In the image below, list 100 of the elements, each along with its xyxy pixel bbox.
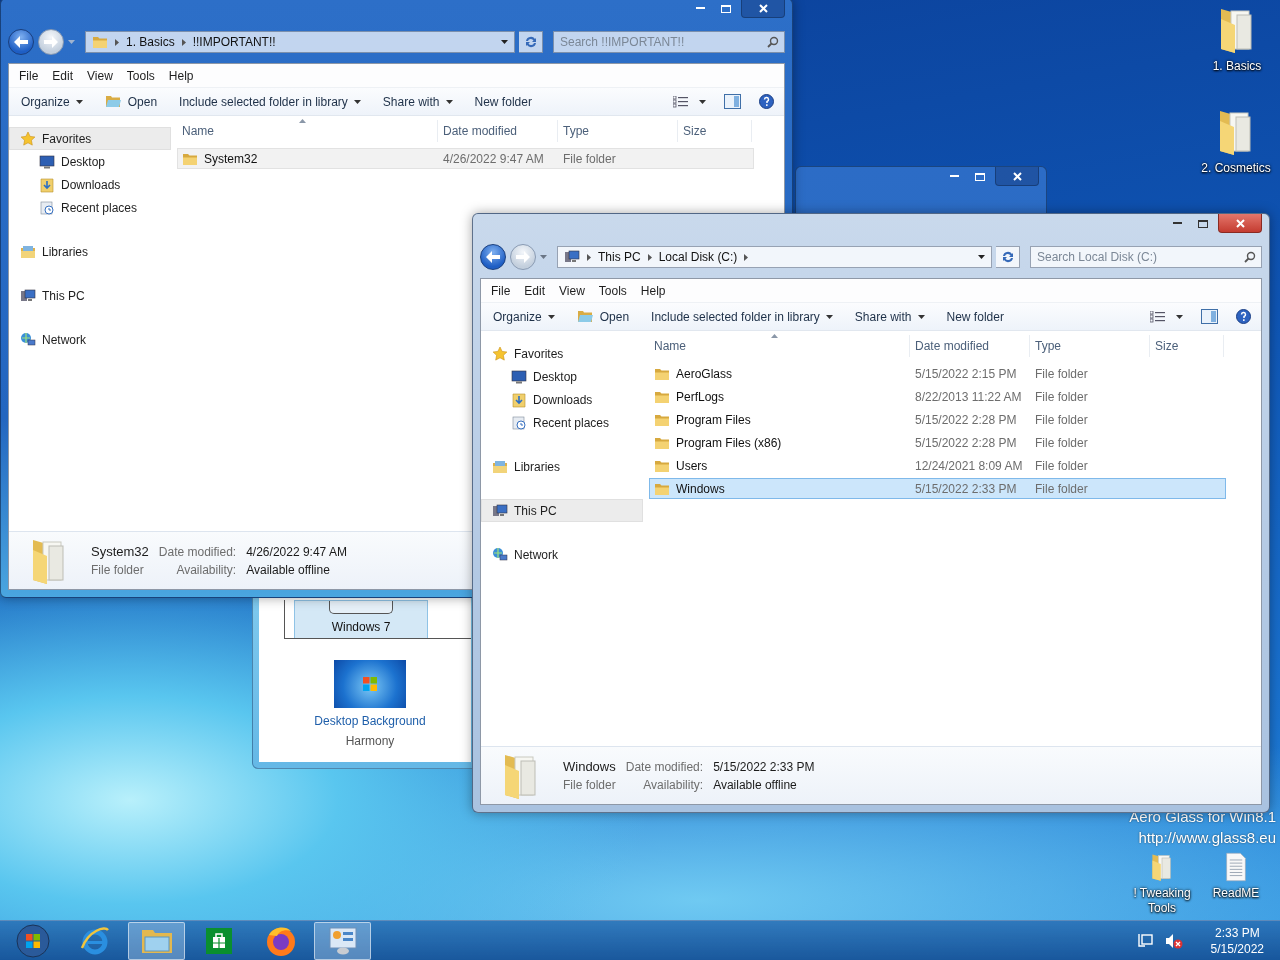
- taskbar-button[interactable]: [314, 921, 371, 960]
- folder-icon: [1150, 852, 1174, 882]
- preview-pane-button[interactable]: [1201, 309, 1218, 324]
- toolbar-button[interactable]: New folder: [946, 309, 1004, 324]
- menu-item[interactable]: Edit: [517, 283, 553, 298]
- address-bar[interactable]: This PC Local Disk (C:): [557, 246, 992, 268]
- toolbar-button[interactable]: Open: [576, 309, 630, 324]
- menu-item[interactable]: Help: [633, 283, 673, 298]
- desktop-background-link[interactable]: Desktop Background: [314, 714, 426, 728]
- icon-label: ! Tweaking Tools: [1132, 886, 1192, 916]
- desktop-icon[interactable]: 2. Cosmetics: [1194, 107, 1278, 176]
- file-row[interactable]: Program Files (x86) 5/15/2022 2:28 PM File folder: [649, 432, 1226, 453]
- caret-icon: [353, 99, 361, 104]
- column-header[interactable]: Date modified: [910, 335, 1030, 357]
- nav-item[interactable]: This PC: [481, 499, 643, 522]
- refresh-button[interactable]: [996, 246, 1020, 268]
- browser-icon: [78, 925, 111, 956]
- file-row[interactable]: PerfLogs 8/22/2013 11:22 AM File folder: [649, 386, 1226, 407]
- menu-item[interactable]: Tools: [591, 283, 634, 298]
- toolbar-button[interactable]: Organize: [493, 309, 555, 324]
- clock-date[interactable]: 5/15/2022: [1210, 940, 1264, 957]
- column-header[interactable]: Type: [1030, 335, 1150, 357]
- nav-item[interactable]: Favorites: [9, 127, 171, 150]
- address-bar[interactable]: 1. Basics !!IMPORTANT!!: [85, 31, 515, 53]
- nav-item[interactable]: Network: [9, 328, 171, 351]
- field-label: Date modified:: [158, 545, 237, 559]
- back-button[interactable]: [8, 29, 34, 55]
- nav-item[interactable]: Favorites: [481, 342, 643, 365]
- nav-item[interactable]: Recent places: [17, 196, 171, 219]
- column-header[interactable]: Size: [1150, 335, 1224, 357]
- nav-item[interactable]: Downloads: [489, 388, 643, 411]
- view-options-button[interactable]: [1150, 310, 1183, 323]
- column-header[interactable]: Size: [678, 120, 752, 142]
- toolbar-button[interactable]: Organize: [21, 94, 83, 109]
- sort-caret-icon: [771, 334, 778, 338]
- caret-icon: [699, 99, 706, 104]
- nav-item[interactable]: This PC: [9, 284, 171, 307]
- file-name: System32: [204, 151, 258, 166]
- preview-pane-icon: [724, 94, 741, 109]
- desktop-icon[interactable]: 1. Basics: [1195, 5, 1279, 74]
- network-icon: [492, 546, 508, 563]
- chevron-icon: [115, 38, 119, 46]
- column-header[interactable]: Type: [558, 120, 678, 142]
- file-row[interactable]: AeroGlass 5/15/2022 2:15 PM File folder: [649, 363, 1226, 384]
- menu-item[interactable]: File: [12, 68, 46, 83]
- date-cell-text: 4/26/2022 9:47 AM: [442, 151, 545, 166]
- menu-item[interactable]: View: [80, 68, 120, 83]
- breadcrumb-item[interactable]: 1. Basics: [126, 35, 175, 49]
- view-options-button[interactable]: [673, 95, 706, 108]
- clock-time[interactable]: 2:33 PM: [1214, 924, 1260, 941]
- star-icon: [492, 345, 508, 362]
- toolbar-button[interactable]: Share with: [854, 309, 925, 324]
- column-header[interactable]: Date modified: [438, 120, 558, 142]
- breadcrumb-item[interactable]: !!IMPORTANT!!: [192, 35, 276, 49]
- menu-item[interactable]: File: [484, 283, 518, 298]
- toolbar-button[interactable]: Include selected folder in library: [651, 309, 833, 324]
- wallpaper-thumbnail[interactable]: [334, 660, 406, 708]
- back-button[interactable]: [480, 244, 506, 270]
- nav-item[interactable]: Libraries: [9, 240, 171, 263]
- toolbar-button[interactable]: New folder: [474, 94, 532, 109]
- refresh-button[interactable]: [519, 31, 543, 53]
- file-row[interactable]: Program Files 5/15/2022 2:28 PM File folder: [649, 409, 1226, 430]
- search-field[interactable]: Search !!IMPORTANT!!: [553, 31, 785, 53]
- preview-pane-button[interactable]: [724, 94, 741, 109]
- toolbar-button[interactable]: Share with: [382, 94, 453, 109]
- file-row[interactable]: System32 4/26/2022 9:47 AM File folder: [177, 148, 754, 169]
- nav-item[interactable]: Downloads: [17, 173, 171, 196]
- search-field[interactable]: Search Local Disk (C:): [1030, 246, 1262, 268]
- nav-item[interactable]: Desktop: [489, 365, 643, 388]
- chevron-icon: [744, 253, 749, 261]
- dropdown-caret-icon: [501, 40, 508, 44]
- theme-tile[interactable]: Windows 7: [294, 600, 428, 638]
- file-row[interactable]: Users 12/24/2021 8:09 AM File folder: [649, 455, 1226, 476]
- nav-item[interactable]: Libraries: [481, 455, 643, 478]
- menu-item[interactable]: Help: [161, 68, 201, 83]
- toolbar-button[interactable]: Include selected folder in library: [179, 94, 361, 109]
- menu-item[interactable]: Edit: [45, 68, 81, 83]
- breadcrumb-item[interactable]: Local Disk (C:): [658, 250, 738, 264]
- overlay-text: http://www.glass8.eu: [1138, 828, 1276, 848]
- refresh-arrows-icon: [1000, 251, 1015, 263]
- forward-button[interactable]: [38, 29, 64, 55]
- file-row[interactable]: Windows 5/15/2022 2:33 PM File folder: [649, 478, 1226, 499]
- item-type: File folder: [563, 778, 616, 792]
- help-button[interactable]: [759, 94, 774, 109]
- recent-places-icon: [39, 199, 55, 216]
- nav-item[interactable]: Recent places: [489, 411, 643, 434]
- file-name: Users: [676, 458, 708, 473]
- maximize-icon: [975, 172, 985, 181]
- help-button[interactable]: [1236, 309, 1251, 324]
- date-cell-text: 5/15/2022 2:15 PM: [914, 366, 1018, 381]
- breadcrumb-item[interactable]: This PC: [598, 250, 641, 264]
- nav-item[interactable]: Desktop: [17, 150, 171, 173]
- close-button[interactable]: [1218, 214, 1262, 233]
- menu-item[interactable]: Tools: [119, 68, 162, 83]
- field-label: Availability:: [175, 563, 237, 577]
- toolbar-button[interactable]: Open: [104, 94, 158, 109]
- caret-icon: [445, 99, 453, 104]
- menu-item[interactable]: View: [552, 283, 592, 298]
- theme-preview: [329, 601, 393, 614]
- nav-item[interactable]: Network: [481, 543, 643, 566]
